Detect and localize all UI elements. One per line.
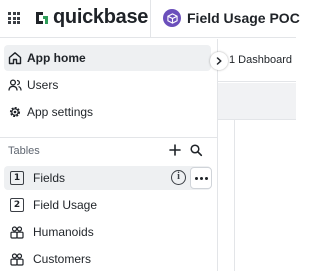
app-title[interactable]: Field Usage POC [187,9,300,27]
home-icon [8,52,22,65]
sidebar-item-label: App home [27,51,86,65]
tables-section-label: Tables [8,145,40,157]
collapse-sidebar-button[interactable] [210,52,228,70]
sidebar-item-app-settings[interactable]: App settings [4,99,211,125]
people-table-icon [10,253,24,266]
chevron-right-icon [216,57,222,65]
info-icon[interactable]: i [171,170,186,185]
sidebar-item-table-field-usage[interactable]: 2 Field Usage [4,193,211,217]
table-label: Humanoids [33,225,94,239]
more-dot [194,176,198,180]
sidebar-item-table-customers[interactable]: Customers [4,247,211,271]
content-divider [234,120,235,271]
sidebar: App home Users App settings Tables 1 Fie… [0,39,218,271]
table-label: Customers [33,252,92,266]
search-icon[interactable] [189,143,203,157]
app-icon[interactable] [163,9,181,27]
quickbase-logo-icon [36,12,48,24]
sidebar-item-label: App settings [27,105,94,119]
sidebar-item-app-home[interactable]: App home [4,45,211,71]
gear-icon [9,106,21,118]
sidebar-divider [0,137,218,138]
header-divider [150,0,151,38]
apps-grid-icon[interactable] [8,12,20,24]
users-icon [8,79,22,91]
table-1-icon: 1 [10,171,24,185]
sidebar-item-label: Users [27,78,59,92]
more-options-button[interactable] [190,167,212,189]
cube-icon [166,12,178,24]
sidebar-item-users[interactable]: Users [4,72,211,98]
brand-name[interactable]: quickbase [53,5,148,29]
table-2-icon: 2 [10,198,24,212]
table-label: Fields [33,171,66,185]
content-toolbar [218,83,296,120]
top-bar: quickbase Field Usage POC [0,0,300,38]
sidebar-item-table-humanoids[interactable]: Humanoids [4,220,211,244]
more-dot [204,176,208,180]
table-label: Field Usage [33,198,98,212]
sidebar-item-table-fields[interactable]: 1 Fields i [4,166,212,190]
more-dot [199,176,203,180]
people-table-icon [10,226,24,239]
plus-icon[interactable] [168,143,182,157]
dashboard-tab[interactable]: 1 Dashboard [229,53,292,67]
